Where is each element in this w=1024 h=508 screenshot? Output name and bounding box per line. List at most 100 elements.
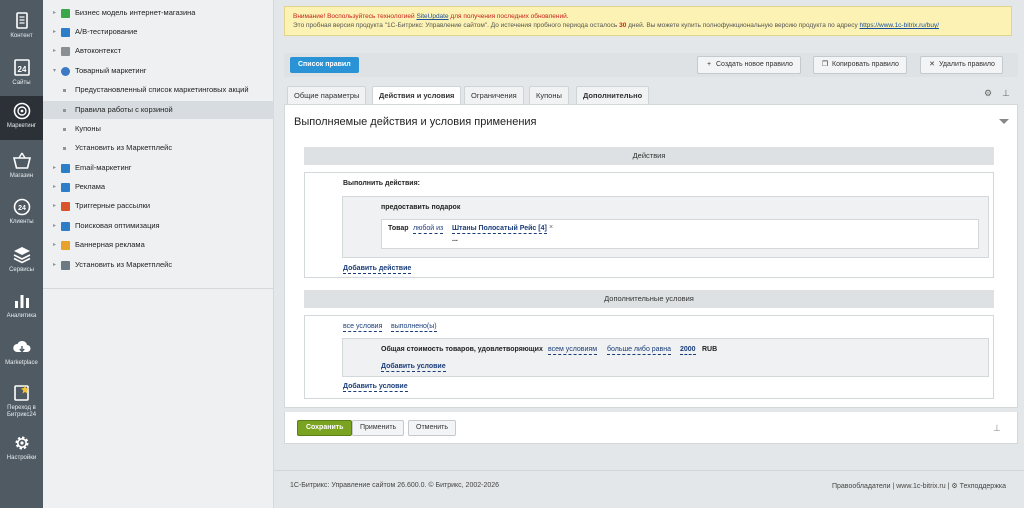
tree-item-business-model[interactable]: ▸ Бизнес модель интернет-магазина [43,4,274,22]
notice-trial-tail: дней. Вы можете купить полнофункциональн… [628,22,858,29]
more-products-link[interactable]: ... [452,236,458,243]
sidebar-item-bitrix24[interactable]: Переход в Битрикс24 [0,378,43,428]
svg-text:24: 24 [17,65,26,74]
add-subcondition-link[interactable]: Добавить условие [381,363,446,372]
sidebar-item-sites[interactable]: 24 Сайты [0,53,43,97]
tree-divider [43,288,274,289]
tree-item-cart-rules[interactable]: Правила работы с корзиной [43,101,274,119]
gift-action-label: предоставить подарок [381,204,461,211]
siteupdate-link[interactable]: SiteUpdate [416,13,448,20]
tab-additional[interactable]: Дополнительно [576,86,650,104]
expand-arrow-icon[interactable]: ▸ [53,217,56,235]
bullet-icon [63,147,66,150]
pin-icon[interactable]: ⊥ [1002,88,1010,99]
settings-gear-icon[interactable]: ⚙ [984,88,992,99]
document-icon [15,12,28,29]
business-model-icon [61,9,70,18]
notice-warning-tail: для получения последних обновлений. [450,13,569,20]
tree-item-ab-testing[interactable]: ▸ A/B-тестирование [43,23,274,41]
bitrix24-star-icon [13,385,29,401]
sidebar-item-services[interactable]: Сервисы [0,240,43,284]
sidebar-item-shop[interactable]: Магазин [0,146,43,190]
tab-actions-conditions[interactable]: Действия и условия [372,86,462,105]
tab-coupons[interactable]: Купоны [529,86,569,104]
notice-days: 30 [619,22,627,29]
product-value[interactable]: Штаны Полосатый Рейс [4] [452,225,547,234]
cancel-button[interactable]: Отменить [408,420,456,436]
all-conditions-selector[interactable]: все условия [343,323,383,332]
tree-item-product-marketing[interactable]: ▾ Товарный маркетинг [43,62,274,80]
comparison-selector[interactable]: больше либо равна [607,346,672,355]
buy-link[interactable]: https://www.1c-bitrix.ru/buy/ [860,22,939,29]
bullet-icon [63,128,66,131]
tree-item-banner-ads[interactable]: ▸ Баннерная реклама [43,236,274,254]
copy-rule-button[interactable]: ❐ Копировать правило [813,56,907,74]
calendar-24-icon: 24 [13,59,30,76]
any-of-selector[interactable]: любой из [413,225,444,234]
rights-link[interactable]: Правообладатели [832,483,891,490]
fulfilled-selector[interactable]: выполнено(ы) [391,323,437,332]
tree-item-seo[interactable]: ▸ Поисковая оптимизация [43,217,274,235]
expand-arrow-icon[interactable]: ▸ [53,4,56,22]
footer-links: Правообладатели | www.1c-bitrix.ru | ⚙ Т… [832,482,1006,490]
expand-arrow-icon[interactable]: ▸ [53,178,56,196]
all-conditions-2-selector[interactable]: всем условиям [548,346,597,355]
expand-arrow-icon[interactable]: ▸ [53,197,56,215]
notice-trial-text: Это пробная версия продукта "1С-Битрикс:… [293,22,618,29]
sidebar-item-label: Маркетинг [6,123,37,129]
sidebar-item-label: Сервисы [9,267,34,273]
tree-item-advertising[interactable]: ▸ Реклама [43,178,274,196]
sidebar-item-clients[interactable]: 24 Клиенты [0,192,43,236]
expand-arrow-icon[interactable]: ▸ [53,23,56,41]
rule-panel: Выполняемые действия и условия применени… [284,104,1018,408]
sidebar-item-label: Магазин [9,173,34,179]
panel-title: Выполняемые действия и условия применени… [294,116,537,128]
apply-button[interactable]: Применить [352,420,405,436]
tree-item-install-marketplace-sub[interactable]: Установить из Маркетплейс [43,139,274,157]
sidebar-item-marketplace[interactable]: Marketplace [0,333,43,377]
tab-restrictions[interactable]: Ограничения [464,86,524,104]
rules-list-button[interactable]: Список правил [290,57,359,73]
trial-notice: Внимание! Воспользуйтесь технологией Sit… [284,6,1012,36]
ab-testing-icon [61,28,70,37]
tree-item-email-marketing[interactable]: ▸ Email-маркетинг [43,159,274,177]
collapse-arrow-icon[interactable] [999,119,1009,124]
actions-header: Действия [304,147,994,165]
save-button[interactable]: Сохранить [297,420,353,436]
conditions-block: все условия выполнено(ы) Общая стоимость… [304,315,994,399]
sidebar-item-settings[interactable]: Настройки [0,428,43,472]
expand-arrow-icon[interactable]: ▸ [53,236,56,254]
create-rule-button[interactable]: + Создать новое правило [697,56,801,74]
add-condition-link[interactable]: Добавить условие [343,383,408,392]
expand-arrow-icon[interactable]: ▸ [53,159,56,177]
bar-chart-icon [14,295,29,308]
tree-item-autocontext[interactable]: ▸ Автоконтекст [43,42,274,60]
sidebar-item-marketing[interactable]: Маркетинг [0,96,43,140]
pin-bottom-icon[interactable]: ⊥ [993,423,1001,434]
remove-product-icon[interactable]: × [549,224,553,231]
sidebar-item-content[interactable]: Контент [0,6,43,50]
layers-icon [13,247,30,264]
tree-item-preset-actions[interactable]: Предустановленный список маркетинговых а… [43,81,274,99]
expand-arrow-icon[interactable]: ▸ [53,42,56,60]
target-icon [13,102,30,120]
sidebar-item-label: Переход в Битрикс24 [6,405,37,418]
tab-general[interactable]: Общие параметры [287,86,367,104]
tab-bar: Общие параметры Действия и условия Огран… [284,86,1018,105]
expand-arrow-icon[interactable]: ▸ [53,256,56,274]
amount-value[interactable]: 2000 [680,346,696,355]
main-content: Внимание! Воспользуйтесь технологией Sit… [274,0,1024,508]
delete-rule-button[interactable]: ✕ Удалить правило [920,56,1003,74]
collapse-arrow-icon[interactable]: ▾ [53,62,56,80]
tree-item-trigger-mailings[interactable]: ▸ Триггерные рассылки [43,197,274,215]
conditions-header: Дополнительные условия [304,290,994,308]
cloud-download-icon [12,340,31,353]
tree-item-coupons[interactable]: Купоны [43,120,274,138]
sidebar-item-label: Клиенты [9,219,34,225]
autocontext-icon [61,47,70,56]
support-link[interactable]: Техподдержка [960,483,1006,490]
sidebar-item-analytics[interactable]: Аналитика [0,286,43,330]
add-action-link[interactable]: Добавить действие [343,265,412,274]
tree-item-install-marketplace[interactable]: ▸ Установить из Маркетплейс [43,256,274,274]
site-link[interactable]: www.1c-bitrix.ru [896,483,945,490]
